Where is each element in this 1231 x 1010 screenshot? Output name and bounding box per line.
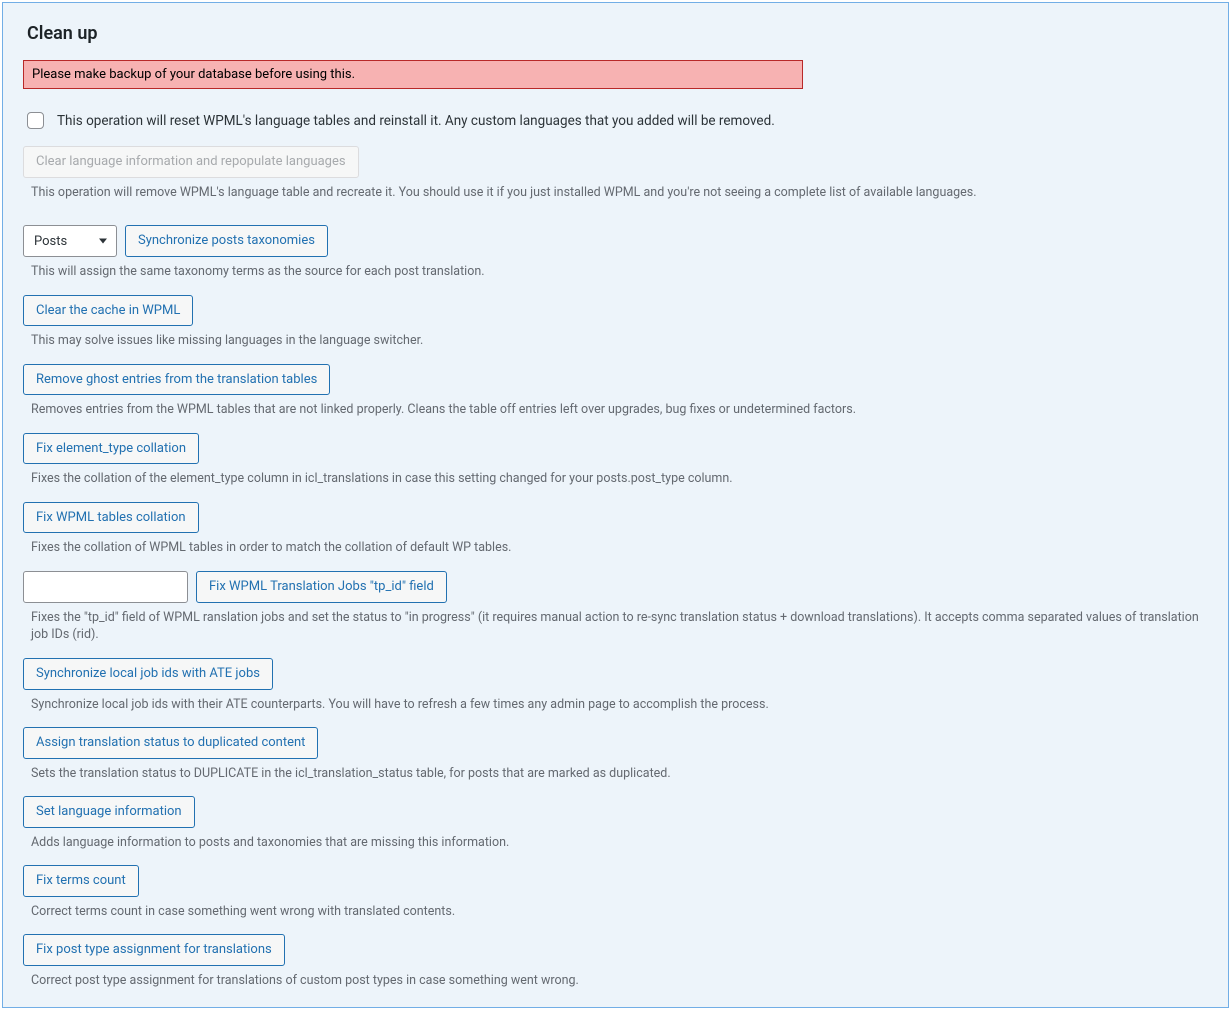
fix-element-type-group: Fix element_type collation Fixes the col… (23, 433, 1208, 488)
post-type-select-wrap: Posts (23, 225, 117, 257)
set-language-info-desc: Adds language information to posts and t… (31, 834, 1208, 852)
set-language-info-button[interactable]: Set language information (23, 796, 195, 828)
reset-wpml-label: This operation will reset WPML's languag… (57, 113, 775, 129)
clear-cache-desc: This may solve issues like missing langu… (31, 332, 1208, 350)
reset-wpml-row[interactable]: This operation will reset WPML's languag… (23, 109, 1208, 132)
set-language-info-group: Set language information Adds language i… (23, 796, 1208, 851)
clear-cache-button[interactable]: Clear the cache in WPML (23, 295, 193, 327)
fix-tables-collation-button[interactable]: Fix WPML tables collation (23, 502, 199, 534)
sync-ate-group: Synchronize local job ids with ATE jobs … (23, 658, 1208, 713)
clear-language-info-button[interactable]: Clear language information and repopulat… (23, 146, 359, 178)
fix-tpid-group: Fix WPML Translation Jobs "tp_id" field … (23, 571, 1208, 644)
sync-taxonomies-button[interactable]: Synchronize posts taxonomies (125, 225, 328, 257)
fix-terms-count-group: Fix terms count Correct terms count in c… (23, 865, 1208, 920)
remove-ghost-button[interactable]: Remove ghost entries from the translatio… (23, 364, 330, 396)
fix-post-type-desc: Correct post type assignment for transla… (31, 972, 1208, 990)
reset-wpml-checkbox[interactable] (27, 112, 44, 129)
cleanup-panel: Clean up Please make backup of your data… (2, 2, 1229, 1008)
sync-ate-desc: Synchronize local job ids with their ATE… (31, 696, 1208, 714)
assign-trans-status-desc: Sets the translation status to DUPLICATE… (31, 765, 1208, 783)
fix-tables-collation-group: Fix WPML tables collation Fixes the coll… (23, 502, 1208, 557)
sync-ate-button[interactable]: Synchronize local job ids with ATE jobs (23, 658, 273, 690)
fix-terms-count-desc: Correct terms count in case something we… (31, 903, 1208, 921)
fix-element-type-button[interactable]: Fix element_type collation (23, 433, 199, 465)
fix-element-type-desc: Fixes the collation of the element_type … (31, 470, 1208, 488)
clear-language-info-desc: This operation will remove WPML's langua… (31, 184, 1208, 202)
fix-tpid-desc: Fixes the "tp_id" field of WPML ranslati… (31, 609, 1208, 644)
panel-title: Clean up (27, 23, 1208, 44)
tpid-input[interactable] (23, 571, 188, 603)
fix-post-type-group: Fix post type assignment for translation… (23, 934, 1208, 989)
fix-terms-count-button[interactable]: Fix terms count (23, 865, 139, 897)
backup-warning: Please make backup of your database befo… (23, 60, 803, 89)
fix-post-type-button[interactable]: Fix post type assignment for translation… (23, 934, 285, 966)
assign-trans-status-button[interactable]: Assign translation status to duplicated … (23, 727, 318, 759)
post-type-select[interactable]: Posts (23, 225, 117, 257)
fix-tpid-button[interactable]: Fix WPML Translation Jobs "tp_id" field (196, 571, 447, 603)
remove-ghost-group: Remove ghost entries from the translatio… (23, 364, 1208, 419)
sync-taxonomies-desc: This will assign the same taxonomy terms… (31, 263, 1208, 281)
sync-taxonomies-group: Posts Synchronize posts taxonomies This … (23, 225, 1208, 281)
assign-trans-status-group: Assign translation status to duplicated … (23, 727, 1208, 782)
remove-ghost-desc: Removes entries from the WPML tables tha… (31, 401, 1208, 419)
fix-tables-collation-desc: Fixes the collation of WPML tables in or… (31, 539, 1208, 557)
clear-cache-group: Clear the cache in WPML This may solve i… (23, 295, 1208, 350)
